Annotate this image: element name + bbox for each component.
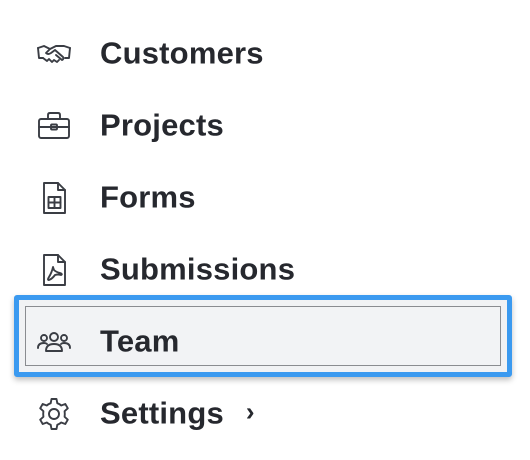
nav-item-label: Submissions bbox=[100, 251, 296, 287]
nav-item-label: Team bbox=[100, 323, 180, 359]
pdf-doc-icon bbox=[34, 250, 74, 290]
nav-item-label: Projects bbox=[100, 107, 224, 143]
nav-item-forms[interactable]: Forms bbox=[0, 162, 530, 234]
nav-item-settings[interactable]: Settings › bbox=[0, 378, 530, 450]
nav-item-customers[interactable]: Customers bbox=[0, 18, 530, 90]
chevron-right-icon[interactable]: › bbox=[246, 396, 255, 427]
handshake-icon bbox=[34, 34, 74, 74]
spreadsheet-doc-icon bbox=[34, 178, 74, 218]
nav-item-submissions[interactable]: Submissions bbox=[0, 234, 530, 306]
sidebar-nav: Customers Projects Forms Submissions Tea… bbox=[0, 18, 530, 450]
gear-icon bbox=[34, 394, 74, 434]
nav-item-team[interactable]: Team bbox=[0, 306, 530, 378]
toolbox-icon bbox=[34, 106, 74, 146]
nav-item-projects[interactable]: Projects bbox=[0, 90, 530, 162]
nav-item-label: Forms bbox=[100, 179, 196, 215]
nav-item-label: Settings › bbox=[100, 395, 255, 431]
team-icon bbox=[34, 322, 74, 362]
nav-item-label: Customers bbox=[100, 35, 264, 71]
settings-label: Settings bbox=[100, 395, 224, 431]
